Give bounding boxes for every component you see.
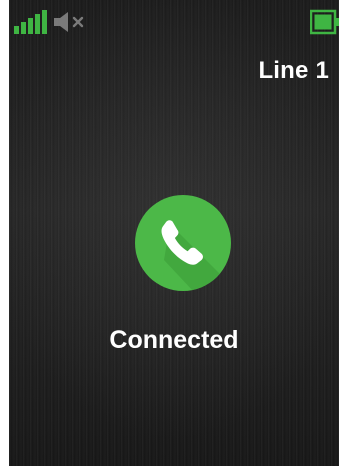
line-label: Line 1 xyxy=(258,57,329,84)
phone-screen: Line 1 Connected xyxy=(9,0,339,466)
call-status-text: Connected xyxy=(109,326,239,354)
status-bar xyxy=(9,0,339,40)
signal-strength-icon xyxy=(14,10,47,34)
phone-handset-icon xyxy=(135,195,231,291)
battery-icon xyxy=(310,9,339,35)
speaker-muted-icon xyxy=(54,12,84,32)
